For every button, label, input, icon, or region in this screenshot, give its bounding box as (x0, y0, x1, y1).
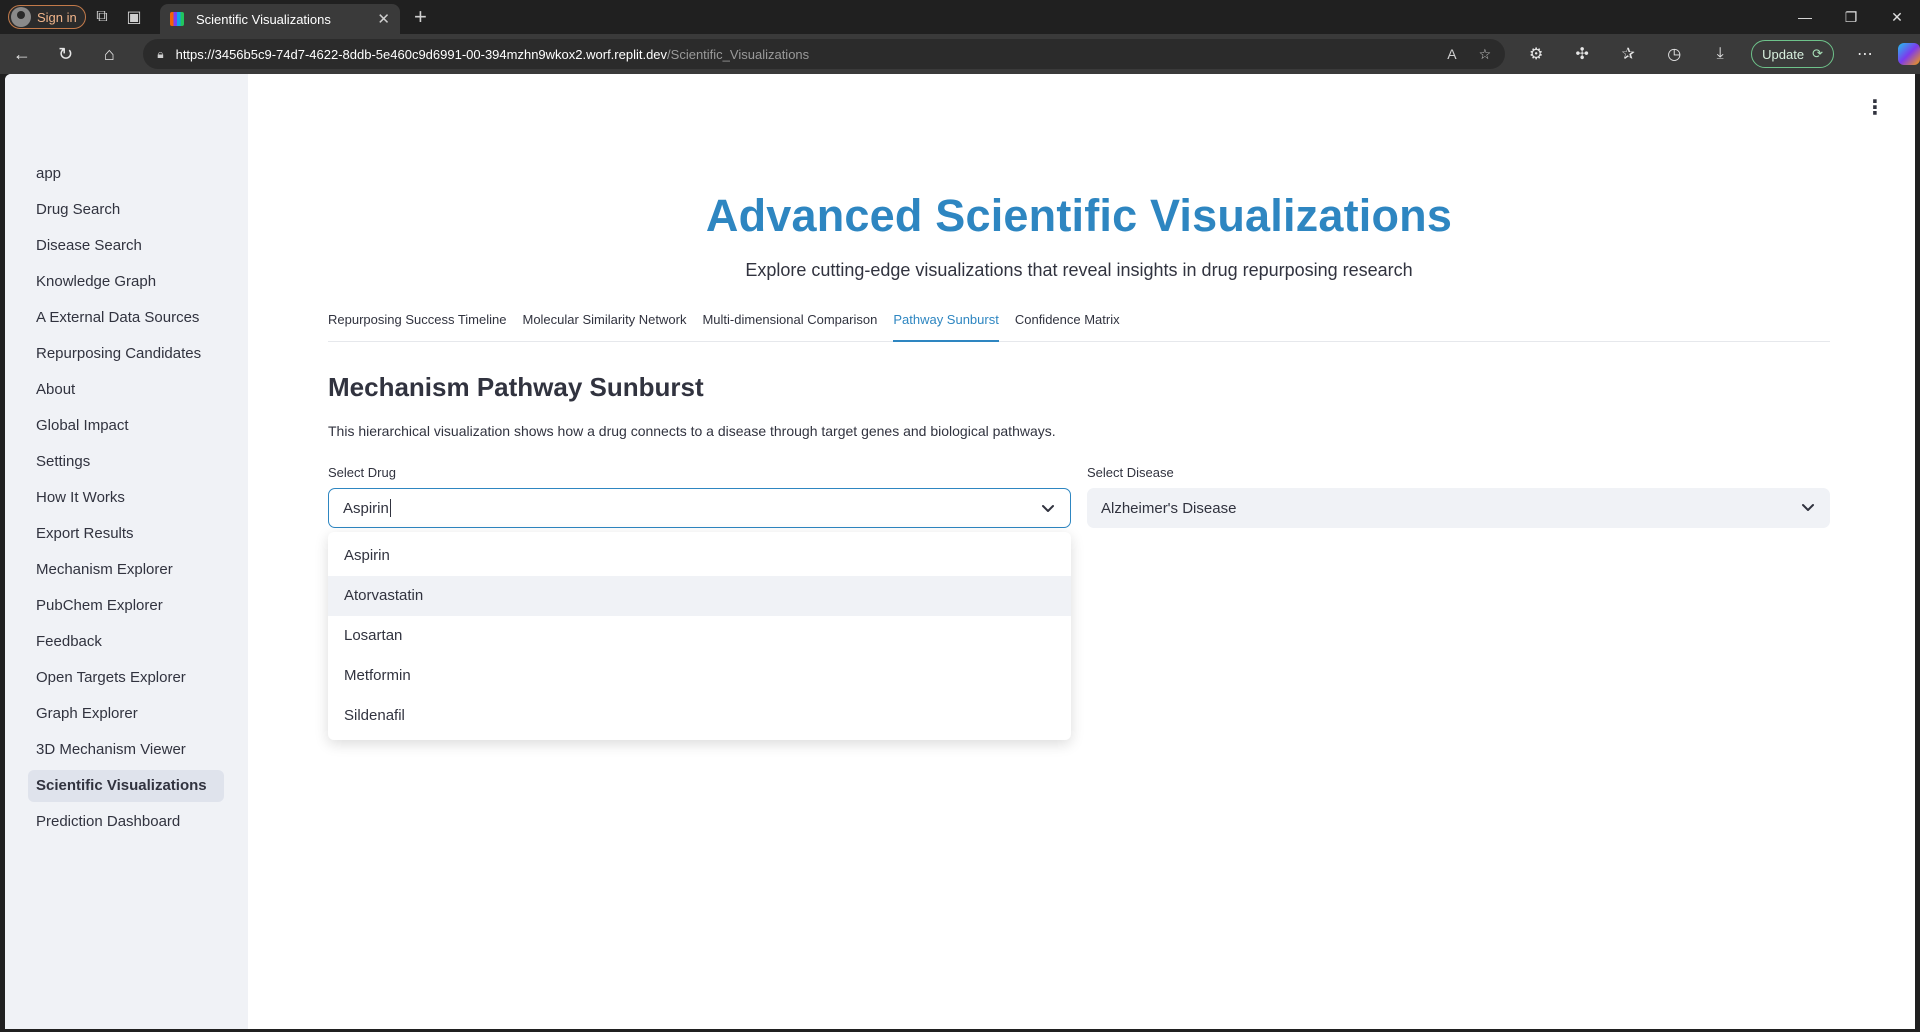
chevron-down-icon (1042, 505, 1054, 512)
selector-row: Select Drug Aspirin Aspirin Atorvastatin… (328, 465, 1830, 740)
browser-tab-bar: Sign in ⧉ ▣ Scientific Visualizations ✕ … (0, 0, 1920, 34)
url-host: https://3456b5c9-74d7-4622-8ddb-5e460c9d… (175, 46, 668, 62)
browser-address-bar: ← ↻ ⌂ 🔒︎ https://3456b5c9-74d7-4622-8ddb… (0, 34, 1920, 74)
section-description: This hierarchical visualization shows ho… (328, 423, 1056, 439)
visualization-tabs: Repurposing Success Timeline Molecular S… (328, 305, 1830, 342)
sidebar-item-repurposing-candidates[interactable]: Repurposing Candidates (28, 338, 224, 370)
lock-icon: 🔒︎ (157, 46, 164, 61)
disease-select-input[interactable]: Alzheimer's Disease (1087, 488, 1830, 528)
history-icon[interactable]: ◷ (1653, 34, 1695, 74)
sign-in-label: Sign in (37, 9, 77, 25)
main-content: Advanced Scientific Visualizations Explo… (328, 74, 1830, 740)
section-title: Mechanism Pathway Sunburst (328, 372, 704, 402)
app-container: app Drug Search Disease Search Knowledge… (5, 74, 1915, 1029)
update-label: Update (1762, 46, 1805, 62)
sidebar-item-drug-search[interactable]: Drug Search (28, 194, 224, 226)
workspaces-icon[interactable]: ⧉ (86, 1, 118, 33)
sidebar-item-export-results[interactable]: Export Results (28, 518, 224, 550)
close-tab-icon[interactable]: ✕ (377, 10, 390, 28)
drug-select-input[interactable]: Aspirin (328, 488, 1071, 528)
sidebar-item-external-data-sources[interactable]: A External Data Sources (28, 302, 224, 334)
option-atorvastatin[interactable]: Atorvastatin (328, 576, 1071, 616)
sidebar-item-app[interactable]: app (28, 158, 224, 190)
drug-select-value: Aspirin (343, 499, 389, 517)
sidebar-item-pubchem-explorer[interactable]: PubChem Explorer (28, 590, 224, 622)
window-controls: — ❐ ✕ (1782, 9, 1920, 26)
text-caret (389, 499, 391, 517)
url-field[interactable]: 🔒︎ https://3456b5c9-74d7-4622-8ddb-5e460… (143, 39, 1506, 69)
favorite-star-icon[interactable]: ☆ (1479, 46, 1492, 63)
extensions-puzzle-icon[interactable]: ✣ (1561, 34, 1603, 74)
sidebar: app Drug Search Disease Search Knowledge… (5, 74, 248, 1029)
update-button[interactable]: Update ⟳ (1751, 40, 1834, 68)
sidebar-item-feedback[interactable]: Feedback (28, 626, 224, 658)
extension-gear-icon[interactable]: ⚙ (1515, 34, 1557, 74)
browser-tab-title: Scientific Visualizations (196, 11, 331, 27)
drug-select-label: Select Drug (328, 465, 396, 480)
read-aloud-icon[interactable]: A (1447, 46, 1456, 63)
option-sildenafil[interactable]: Sildenafil (328, 696, 1071, 736)
disease-select-group: Select Disease Alzheimer's Disease (1087, 465, 1830, 528)
drug-options-dropdown: Aspirin Atorvastatin Losartan Metformin … (328, 532, 1071, 740)
page-subtitle: Explore cutting-edge visualizations that… (745, 260, 1413, 280)
sidebar-item-global-impact[interactable]: Global Impact (28, 410, 224, 442)
sidebar-item-3d-mechanism-viewer[interactable]: 3D Mechanism Viewer (28, 734, 224, 766)
sidebar-item-knowledge-graph[interactable]: Knowledge Graph (28, 266, 224, 298)
favorites-icon[interactable]: ✰ (1607, 34, 1649, 74)
sign-in-button[interactable]: Sign in (8, 5, 86, 29)
sidebar-item-graph-explorer[interactable]: Graph Explorer (28, 698, 224, 730)
tab-multi-dimensional-comparison[interactable]: Multi-dimensional Comparison (702, 305, 877, 342)
home-icon[interactable]: ⌂ (87, 34, 131, 74)
browser-tab-active[interactable]: Scientific Visualizations ✕ (160, 4, 400, 34)
tab-molecular-similarity-network[interactable]: Molecular Similarity Network (522, 305, 686, 342)
disease-select-value: Alzheimer's Disease (1101, 499, 1237, 517)
option-aspirin[interactable]: Aspirin (328, 536, 1071, 576)
minimize-icon[interactable]: — (1782, 9, 1828, 26)
sidebar-item-scientific-visualizations[interactable]: Scientific Visualizations (28, 770, 224, 802)
sidebar-item-mechanism-explorer[interactable]: Mechanism Explorer (28, 554, 224, 586)
sidebar-item-about[interactable]: About (28, 374, 224, 406)
sidebar-item-how-it-works[interactable]: How It Works (28, 482, 224, 514)
drug-select-group: Select Drug Aspirin Aspirin Atorvastatin… (328, 465, 1071, 740)
tab-actions-icon[interactable]: ▣ (118, 1, 150, 33)
tab-repurposing-success-timeline[interactable]: Repurposing Success Timeline (328, 305, 506, 342)
sidebar-item-settings[interactable]: Settings (28, 446, 224, 478)
reload-icon[interactable]: ↻ (44, 34, 88, 74)
copilot-icon[interactable] (1898, 43, 1920, 65)
sidebar-item-open-targets-explorer[interactable]: Open Targets Explorer (28, 662, 224, 694)
tab-confidence-matrix[interactable]: Confidence Matrix (1015, 305, 1120, 342)
option-metformin[interactable]: Metformin (328, 656, 1071, 696)
sidebar-item-prediction-dashboard[interactable]: Prediction Dashboard (28, 806, 224, 838)
update-refresh-icon: ⟳ (1812, 46, 1823, 61)
page-title: Advanced Scientific Visualizations (705, 190, 1453, 241)
sidebar-item-disease-search[interactable]: Disease Search (28, 230, 224, 262)
downloads-icon[interactable]: ⤓ (1699, 34, 1741, 74)
new-tab-icon[interactable]: + (414, 4, 427, 30)
main-menu-kebab-icon[interactable]: ⋮ (1865, 98, 1885, 118)
more-options-icon[interactable]: ⋯ (1844, 34, 1886, 74)
restore-icon[interactable]: ❐ (1828, 9, 1874, 26)
chevron-down-icon (1802, 504, 1814, 511)
avatar-icon (11, 7, 31, 27)
replit-favicon-icon (170, 12, 184, 26)
option-losartan[interactable]: Losartan (328, 616, 1071, 656)
disease-select-label: Select Disease (1087, 465, 1174, 480)
close-window-icon[interactable]: ✕ (1874, 9, 1920, 26)
back-arrow-icon[interactable]: ← (0, 34, 44, 74)
tab-pathway-sunburst[interactable]: Pathway Sunburst (893, 305, 999, 342)
url-path: /Scientific_Visualizations (667, 46, 810, 62)
